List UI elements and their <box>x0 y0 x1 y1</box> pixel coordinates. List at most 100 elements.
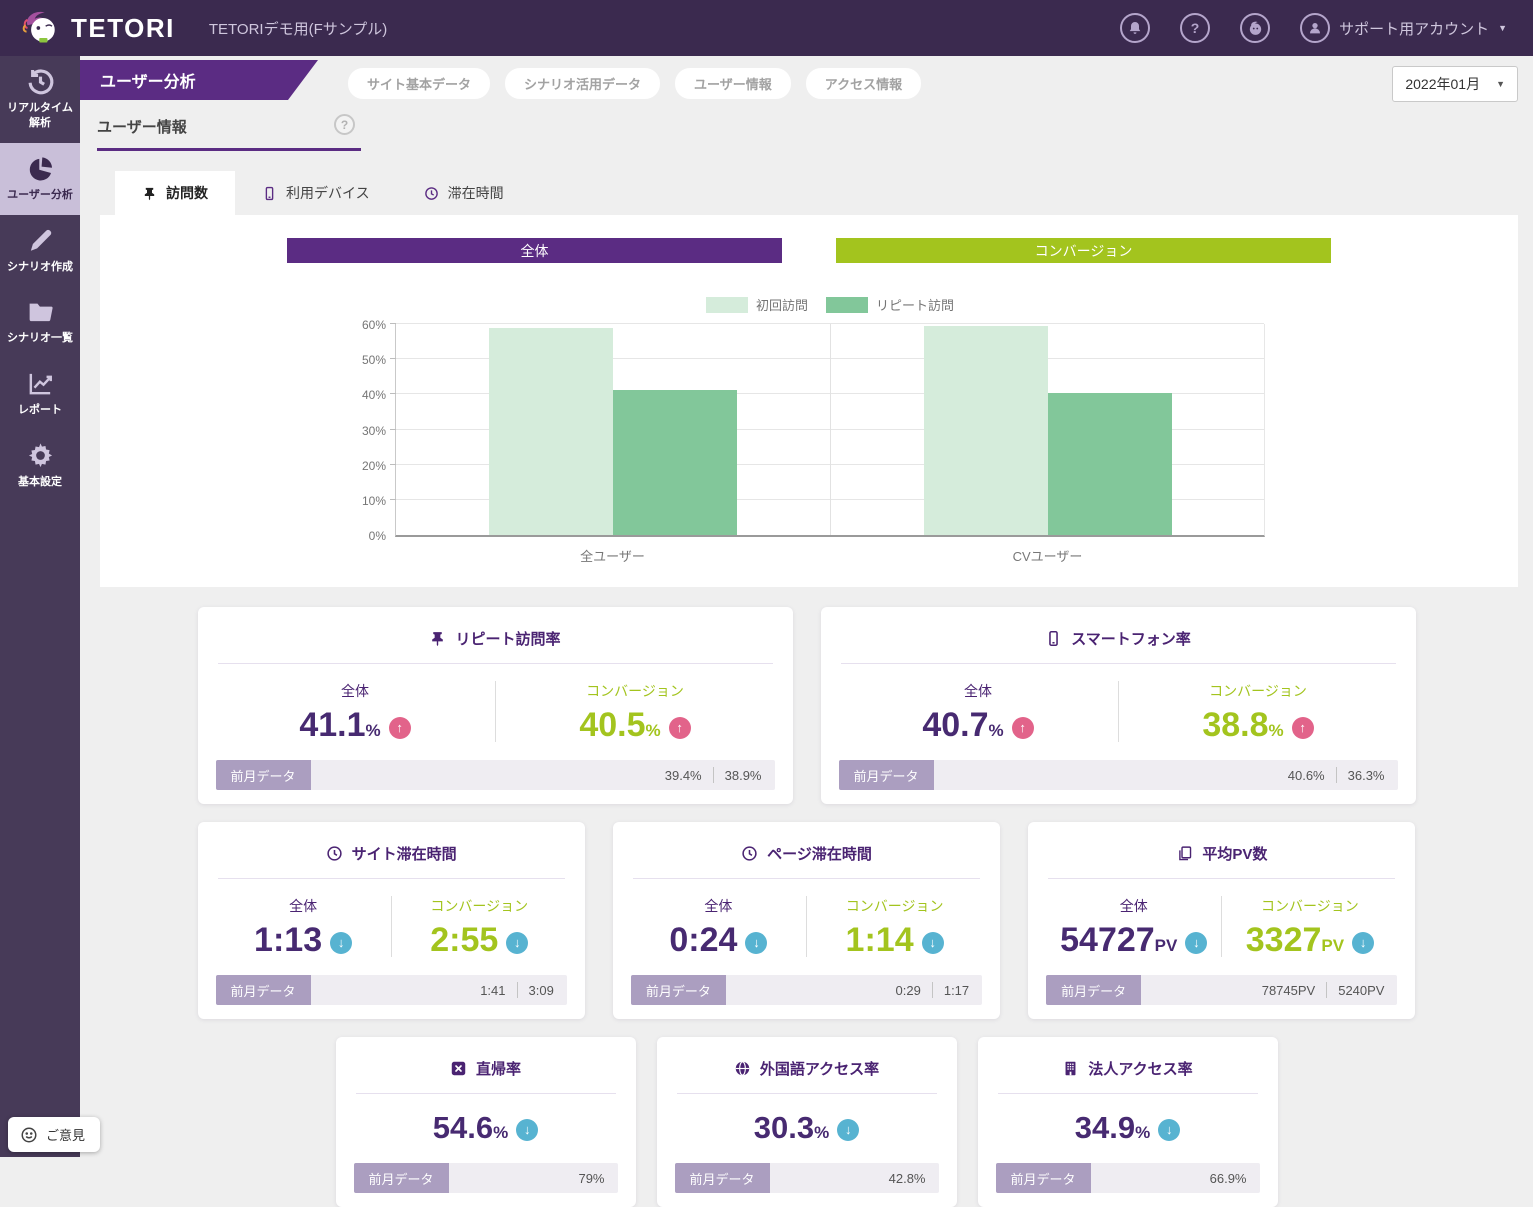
x-square-icon <box>450 1060 467 1077</box>
card-title: ページ滞在時間 <box>633 843 980 879</box>
sidebar-item-settings[interactable]: 基本設定 <box>0 430 80 502</box>
bar-chart-plot: 0%10%20%30%40%50%60% <box>395 324 1265 537</box>
sidebar-item-user-analysis[interactable]: ユーザー分析 <box>0 143 80 215</box>
page-title-banner: ユーザー分析 <box>80 60 318 100</box>
trend-down-icon <box>745 932 767 954</box>
tab-duration[interactable]: 滞在時間 <box>397 171 531 215</box>
trend-down-icon <box>516 1119 538 1141</box>
copy-icon <box>1176 845 1193 862</box>
card-smartphone-rate: スマートフォン率 全体 40.7% コンバージョン 38.8% 前月データ 40… <box>821 607 1416 804</box>
building-icon <box>1062 1060 1079 1077</box>
prev-month-label: 前月データ <box>631 975 726 1005</box>
pencil-icon <box>26 226 55 255</box>
mascot-icon[interactable] <box>1240 13 1270 43</box>
trend-up-icon <box>1292 717 1314 739</box>
y-tick-label: 40% <box>340 388 386 402</box>
brand-logo[interactable]: TETORI <box>22 9 175 47</box>
user-icon <box>1300 13 1330 43</box>
pill-access-info[interactable]: アクセス情報 <box>806 68 921 99</box>
legend-swatch <box>826 297 868 313</box>
trend-up-icon <box>1012 717 1034 739</box>
metric-overall: 全体 0:24 <box>631 896 806 957</box>
sidebar-item-scenario-create[interactable]: シナリオ作成 <box>0 215 80 287</box>
clock-icon <box>741 845 758 862</box>
prev-month-label: 前月データ <box>996 1163 1091 1193</box>
period-select[interactable]: 2022年01月 <box>1392 66 1518 102</box>
help-icon[interactable] <box>334 114 355 135</box>
smartphone-icon <box>1045 630 1062 647</box>
card-foreign-access-rate: 外国語アクセス率 30.3% 前月データ 42.8% <box>657 1037 957 1207</box>
y-tick-label: 30% <box>340 424 386 438</box>
prev-month-bar: 前月データ 79% <box>354 1163 618 1193</box>
trend-up-icon <box>389 717 411 739</box>
sidebar-item-scenario-list[interactable]: シナリオ一覧 <box>0 286 80 358</box>
pie-chart-icon <box>26 154 55 183</box>
card-title: スマートフォン率 <box>841 628 1396 664</box>
metric-single: 54.6% <box>354 1094 618 1163</box>
card-title: 直帰率 <box>356 1058 616 1094</box>
card-corporate-access-rate: 法人アクセス率 34.9% 前月データ 66.9% <box>978 1037 1278 1207</box>
gear-icon <box>26 441 55 470</box>
prev-month-bar: 前月データ 40.6%36.3% <box>839 760 1398 790</box>
metric-overall: 全体 54727PV <box>1046 896 1221 957</box>
sidebar-item-realtime[interactable]: リアルタイム解析 <box>0 56 80 143</box>
y-tick-label: 10% <box>340 494 386 508</box>
x-category-label: CVユーザー <box>830 546 1265 565</box>
account-label: サポート用アカウント <box>1339 18 1489 39</box>
bar <box>613 390 737 535</box>
legend-item: リピート訪問 <box>826 295 954 314</box>
pill-site-basic-data[interactable]: サイト基本データ <box>348 68 490 99</box>
feedback-button[interactable]: ご意見 <box>8 1117 100 1152</box>
card-average-pv: 平均PV数 全体 54727PV コンバージョン 3327PV 前月データ 78… <box>1028 822 1415 1019</box>
bar <box>924 326 1048 535</box>
legend-item: 初回訪問 <box>706 295 808 314</box>
bell-icon[interactable] <box>1120 13 1150 43</box>
metric-conversion: コンバージョン 1:14 <box>806 896 982 957</box>
y-tick-label: 50% <box>340 353 386 367</box>
legend-label: 初回訪問 <box>756 295 808 314</box>
card-site-duration: サイト滞在時間 全体 1:13 コンバージョン 2:55 前月データ 1:413… <box>198 822 585 1019</box>
globe-icon <box>734 1060 751 1077</box>
metric-overall: 全体 40.7% <box>839 681 1118 742</box>
trend-down-icon <box>1352 932 1374 954</box>
smiley-icon <box>20 1126 38 1144</box>
pill-user-info[interactable]: ユーザー情報 <box>675 68 791 99</box>
question-icon[interactable]: ? <box>1180 13 1210 43</box>
y-tick-label: 0% <box>340 529 386 543</box>
smartphone-icon <box>262 186 277 201</box>
prev-month-bar: 前月データ 66.9% <box>996 1163 1260 1193</box>
pin-icon <box>142 186 157 201</box>
y-tick-label: 20% <box>340 459 386 473</box>
metric-overall: 全体 1:13 <box>216 896 391 957</box>
feedback-label: ご意見 <box>46 1125 85 1144</box>
x-category-label: 全ユーザー <box>395 546 830 565</box>
card-bounce-rate: 直帰率 54.6% 前月データ 79% <box>336 1037 636 1207</box>
prev-month-bar: 前月データ 42.8% <box>675 1163 939 1193</box>
metric-conversion: コンバージョン 40.5% <box>495 681 775 742</box>
prev-month-label: 前月データ <box>839 760 934 790</box>
bar-group-1 <box>396 324 830 535</box>
sidebar-item-report[interactable]: レポート <box>0 358 80 430</box>
metric-single: 30.3% <box>675 1094 939 1163</box>
visits-chart-panel: 全体 コンバージョン 初回訪問リピート訪問 0%10%20%30%40%50%6… <box>100 215 1518 587</box>
metric-conversion: コンバージョン 2:55 <box>391 896 567 957</box>
account-menu[interactable]: サポート用アカウント <box>1300 13 1507 43</box>
tab-visits[interactable]: 訪問数 <box>115 171 235 215</box>
card-repeat-visit-rate: リピート訪問率 全体 41.1% コンバージョン 40.5% 前月データ 39.… <box>198 607 793 804</box>
prev-month-label: 前月データ <box>216 760 311 790</box>
tab-devices[interactable]: 利用デバイス <box>235 171 397 215</box>
sidebar: リアルタイム解析 ユーザー分析 シナリオ作成 シナリオ一覧 レポート 基本設定 <box>0 56 80 1157</box>
trend-down-icon <box>1185 932 1207 954</box>
trend-down-icon <box>330 932 352 954</box>
prev-month-label: 前月データ <box>216 975 311 1005</box>
metric-tabs: 訪問数 利用デバイス 滞在時間 <box>115 171 1533 215</box>
pill-scenario-usage-data[interactable]: シナリオ活用データ <box>505 68 660 99</box>
clock-icon <box>326 845 343 862</box>
prev-month-bar: 前月データ 0:291:17 <box>631 975 982 1005</box>
workspace-title: TETORIデモ用(Fサンプル) <box>209 18 387 39</box>
bar <box>1048 393 1172 535</box>
overall-header: 全体 <box>287 238 782 263</box>
pin-icon <box>429 630 446 647</box>
trend-down-icon <box>506 932 528 954</box>
chevron-down-icon <box>1496 79 1505 89</box>
